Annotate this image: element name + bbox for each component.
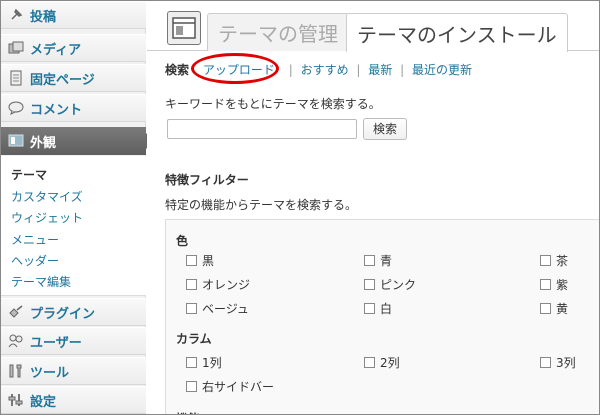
checkbox[interactable] (186, 381, 197, 392)
checkbox[interactable] (186, 255, 197, 266)
filter-checkbox-blue[interactable]: 青 (364, 252, 392, 269)
checkbox-label: オレンジ (202, 278, 251, 292)
appearance-icon (7, 133, 25, 149)
feature-filter-title: 特徴フィルター (165, 173, 249, 187)
sidebar-item-label: 固定ページ (30, 72, 95, 88)
sidebar-item-plugins[interactable]: プラグイン (1, 298, 146, 326)
sidebar-item-users[interactable]: ユーザー (1, 327, 146, 355)
filter-checkbox-yellow[interactable]: 黄 (540, 300, 568, 317)
tools-icon (7, 363, 25, 379)
submenu-item-customize[interactable]: カスタマイズ (11, 188, 83, 205)
checkbox-label: 右サイドバー (202, 380, 275, 394)
checkbox-label: 1列 (202, 356, 222, 370)
nav-tab-bar: テーマの管理 テーマのインストール (147, 1, 599, 52)
filter-checkbox-orange[interactable]: オレンジ (186, 276, 250, 293)
sidebar-item-pages[interactable]: 固定ページ (1, 64, 146, 92)
sidebar-item-label: 投稿 (30, 9, 57, 25)
checkbox-label: 黄 (556, 302, 569, 316)
main-content: テーマの管理 テーマのインストール 検索 アップロード | おすすめ | 最新 … (147, 1, 599, 414)
subnav-updated-link[interactable]: 最近の更新 (412, 63, 472, 77)
sidebar-item-label: ユーザー (30, 335, 82, 351)
submenu-item-widgets[interactable]: ウィジェット (11, 209, 83, 226)
search-description: キーワードをもとにテーマを検索する。 (165, 97, 381, 111)
checkbox[interactable] (540, 303, 551, 314)
checkbox[interactable] (364, 357, 375, 368)
sidebar-item-label: ツール (30, 365, 70, 381)
filter-checkbox-three-columns[interactable]: 3列 (540, 354, 576, 371)
filter-group-title-features: 機能 (176, 410, 200, 414)
checkbox[interactable] (364, 255, 375, 266)
checkbox-label: 白 (380, 302, 393, 316)
checkbox[interactable] (540, 357, 551, 368)
sidebar-item-label: 設定 (30, 394, 57, 410)
sidebar-item-tools[interactable]: ツール (1, 357, 146, 385)
filter-group-title-columns: カラム (176, 332, 212, 346)
submenu-item-header[interactable]: ヘッダー (11, 252, 59, 269)
sidebar-item-appearance[interactable]: 外観 (1, 127, 154, 155)
sidebar-item-comments[interactable]: コメント (1, 94, 146, 122)
sidebar-item-media[interactable]: メディア (1, 34, 146, 62)
checkbox[interactable] (186, 279, 197, 290)
filter-checkbox-white[interactable]: 白 (364, 300, 392, 317)
checkbox[interactable] (540, 255, 551, 266)
install-subnav: 検索 アップロード | おすすめ | 最新 | 最近の更新 (165, 53, 472, 84)
search-input[interactable] (167, 119, 357, 139)
submenu-item-menus[interactable]: メニュー (11, 231, 59, 248)
sidebar-item-label: 外観 (30, 135, 57, 151)
filter-checkbox-black[interactable]: 黒 (186, 252, 214, 269)
filter-checkbox-right-sidebar[interactable]: 右サイドバー (186, 378, 274, 395)
filter-checkbox-one-column[interactable]: 1列 (186, 354, 222, 371)
highlight-circle (190, 53, 279, 84)
checkbox[interactable] (186, 303, 197, 314)
tab-manage-themes[interactable]: テーマの管理 (207, 13, 349, 51)
sidebar-item-label: メディア (30, 42, 82, 58)
subnav-featured-link[interactable]: おすすめ (301, 63, 349, 77)
checkbox[interactable] (540, 279, 551, 290)
media-icon (7, 40, 25, 56)
sidebar-item-posts[interactable]: 投稿 (1, 1, 146, 29)
checkbox-label: 黒 (202, 254, 215, 268)
search-button[interactable]: 検索 (363, 118, 407, 140)
subnav-separator: | (400, 63, 405, 77)
filter-checkbox-purple[interactable]: 紫 (540, 276, 568, 293)
admin-sidebar: 投稿 メディア 固定ページ コメント 外観 テーマ カスタマイズ ウィジェット … (1, 1, 154, 414)
admin-window: 投稿 メディア 固定ページ コメント 外観 テーマ カスタマイズ ウィジェット … (0, 0, 600, 415)
feature-filter-box: 色 黒 青 茶 オレンジ ピンク 紫 ベージュ 白 黄 カラム 1列 2列 3列… (165, 219, 599, 414)
pin-icon (7, 7, 25, 23)
checkbox-label: ピンク (380, 278, 417, 292)
checkbox-label: ベージュ (202, 302, 249, 316)
sidebar-item-label: プラグイン (30, 306, 96, 322)
checkbox[interactable] (364, 279, 375, 290)
checkbox-label: 茶 (556, 254, 569, 268)
subnav-upload-wrap: アップロード (190, 53, 281, 84)
page-icon (7, 70, 25, 86)
subnav-search[interactable]: 検索 (165, 63, 189, 77)
checkbox-label: 2列 (380, 356, 400, 370)
subnav-separator: | (288, 63, 293, 77)
filter-checkbox-two-columns[interactable]: 2列 (364, 354, 400, 371)
feature-filter-description: 特定の機能からテーマを検索する。 (165, 198, 358, 212)
checkbox-label: 3列 (556, 356, 576, 370)
submenu-item-editor[interactable]: テーマ編集 (11, 273, 71, 290)
filter-checkbox-pink[interactable]: ピンク (364, 276, 416, 293)
plugin-icon (7, 304, 25, 320)
checkbox-label: 青 (380, 254, 393, 268)
filter-checkbox-brown[interactable]: 茶 (540, 252, 568, 269)
checkbox[interactable] (186, 357, 197, 368)
sidebar-item-label: コメント (30, 102, 83, 118)
checkbox-label: 紫 (556, 278, 569, 292)
subnav-separator: | (356, 63, 361, 77)
sidebar-item-settings[interactable]: 設定 (1, 386, 146, 414)
users-icon (7, 333, 25, 349)
subnav-newest-link[interactable]: 最新 (368, 63, 392, 77)
settings-icon (7, 392, 25, 408)
appearance-submenu: テーマ カスタマイズ ウィジェット メニュー ヘッダー テーマ編集 (1, 156, 146, 296)
submenu-item-themes[interactable]: テーマ (11, 166, 47, 183)
comment-icon (7, 100, 25, 116)
themes-screen-icon (167, 11, 201, 45)
checkbox[interactable] (364, 303, 375, 314)
filter-checkbox-beige[interactable]: ベージュ (186, 300, 249, 317)
tab-install-themes[interactable]: テーマのインストール (346, 13, 568, 52)
filter-group-title-color: 色 (176, 234, 189, 248)
